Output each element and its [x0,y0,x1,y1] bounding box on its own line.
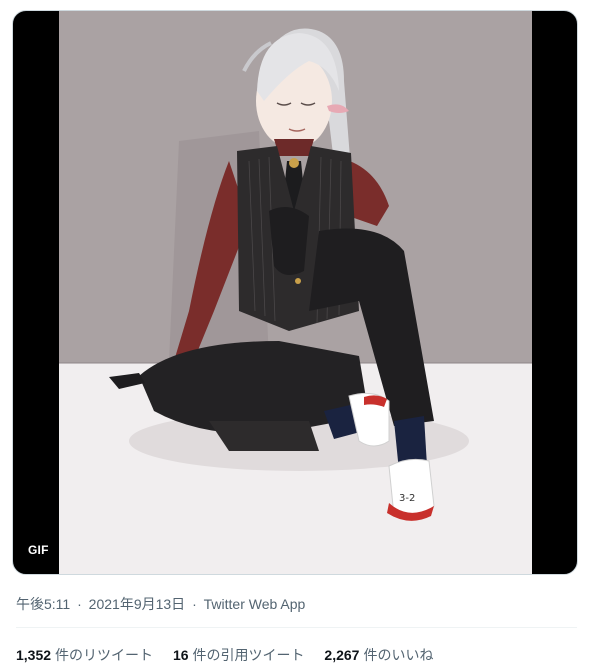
quote-label: 件の引用ツイート [192,647,305,663]
tweet-date[interactable]: 2021年9月13日 [89,596,186,612]
like-count: 2,267 [324,647,360,663]
retweet-count: 1,352 [16,647,52,663]
gif-media[interactable]: 3-2 GIF [12,10,578,575]
likes-stat[interactable]: 2,267 件のいいね [324,645,433,663]
separator: · [77,596,82,612]
gif-badge: GIF [23,541,54,559]
like-label: 件のいいね [363,647,434,663]
quote-tweets-stat[interactable]: 16 件の引用ツイート [173,645,305,663]
retweet-label: 件のリツイート [55,647,154,663]
retweets-stat[interactable]: 1,352 件のリツイート [16,645,153,663]
quote-count: 16 [172,647,189,663]
gif-image[interactable]: 3-2 [59,11,532,574]
tweet-stats: 1,352 件のリツイート 16 件の引用ツイート 2,267 件のいいね [16,645,449,663]
tweet-metadata: 午後5:11 · 2021年9月13日 · Twitter Web App [16,594,305,614]
tweet-detail: 3-2 GIF 午後5:11 · 2021年9月13日 · Twitter We… [0,0,593,663]
svg-text:3-2: 3-2 [399,493,415,504]
separator: · [192,596,197,612]
divider [16,627,577,628]
tweet-source: Twitter Web App [203,596,306,612]
tweet-time[interactable]: 午後5:11 [16,596,70,612]
